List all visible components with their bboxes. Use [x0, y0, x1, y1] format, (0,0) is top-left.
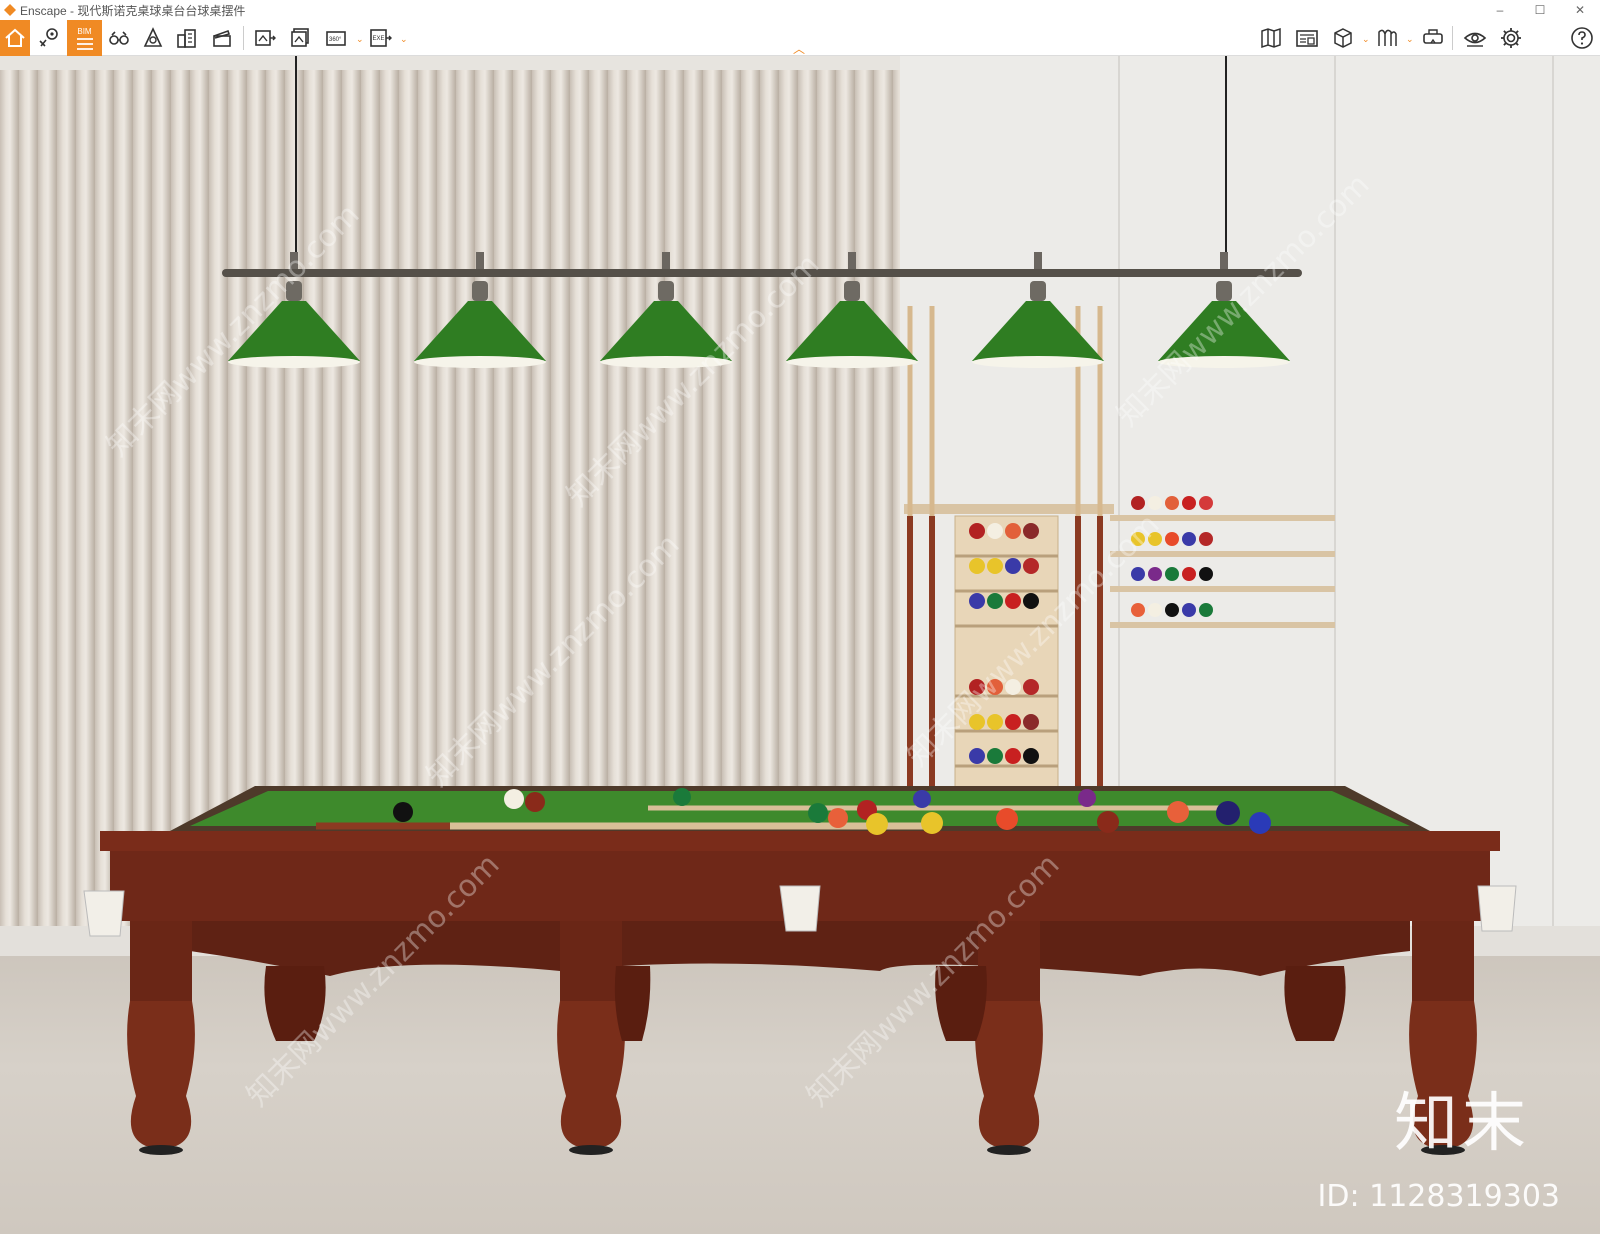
vr-headset-icon	[1423, 29, 1443, 44]
svg-text:EXE: EXE	[373, 36, 385, 42]
binoculars-icon	[109, 31, 129, 45]
buildings-icon	[177, 29, 196, 48]
help-button[interactable]	[1568, 23, 1596, 53]
toolbar-separator	[243, 26, 244, 50]
cube-button[interactable]	[1328, 23, 1358, 53]
pool-table	[83, 786, 1517, 1155]
asset-library-icon	[1296, 30, 1318, 47]
close-button[interactable]: ✕	[1560, 0, 1600, 20]
bim-icon	[76, 37, 93, 50]
export-button[interactable]: EXE	[366, 23, 396, 53]
minimize-button[interactable]: –	[1480, 0, 1520, 20]
batch-render-button[interactable]	[286, 23, 316, 53]
asset-library-button[interactable]	[1292, 23, 1322, 53]
visual-settings-button[interactable]	[1460, 23, 1490, 53]
clapper-button[interactable]	[207, 23, 237, 53]
chevron-down-icon[interactable]: ⌄	[356, 34, 364, 45]
clapper-icon	[213, 29, 231, 47]
vr-button[interactable]	[1418, 23, 1448, 53]
collapse-toolbar-chevron-up-icon[interactable]: ︿	[793, 40, 805, 57]
cube-icon	[1334, 28, 1352, 48]
enscape-logo-icon	[4, 4, 16, 16]
toolbar-separator	[1452, 26, 1453, 50]
map-button[interactable]	[1256, 23, 1286, 53]
maximize-button[interactable]: ☐	[1520, 0, 1560, 20]
image-id-label: ID: 1128319303	[1317, 1179, 1560, 1214]
atmosphere-button[interactable]	[138, 23, 168, 53]
location-pin-icon	[39, 28, 58, 47]
material-icon	[1378, 29, 1397, 46]
settings-button[interactable]	[1496, 23, 1526, 53]
panorama-icon: 360°	[326, 31, 346, 46]
help-icon	[1571, 27, 1593, 49]
buildings-button[interactable]	[172, 23, 202, 53]
screenshot-icon	[255, 30, 276, 46]
svg-text:360°: 360°	[329, 37, 342, 43]
home-icon	[5, 28, 25, 47]
material-button[interactable]	[1372, 23, 1402, 53]
screenshot-button[interactable]	[250, 23, 280, 53]
binoculars-button[interactable]	[104, 23, 134, 53]
render-viewport[interactable]: 知末网www.znzmo.com 知末网www.znzmo.com 知末网www…	[0, 56, 1600, 1234]
chevron-down-icon[interactable]: ⌄	[400, 34, 408, 45]
home-button[interactable]	[0, 20, 30, 56]
chevron-down-icon[interactable]: ⌄	[1406, 34, 1414, 45]
bim-button[interactable]: BIM	[67, 20, 102, 56]
map-icon	[1261, 27, 1281, 49]
chevron-down-icon[interactable]: ⌄	[1362, 34, 1370, 45]
scene-drawing	[83, 56, 1517, 1155]
window-controls: – ☐ ✕	[1480, 0, 1600, 20]
znzmo-logo: 知末	[1394, 1087, 1530, 1161]
bim-label: BIM	[77, 26, 92, 36]
window-title: Enscape - 现代斯诺克桌球桌台台球桌摆件	[20, 3, 246, 18]
atmosphere-icon	[143, 27, 163, 47]
title-bar: Enscape - 现代斯诺克桌球桌台台球桌摆件 – ☐ ✕	[0, 0, 1600, 20]
batch-render-icon	[291, 28, 309, 47]
eye-icon	[1463, 32, 1487, 47]
export-exe-icon: EXE	[370, 29, 392, 47]
gear-icon	[1501, 28, 1521, 48]
panorama-button[interactable]: 360°	[322, 23, 352, 53]
navigation-button[interactable]	[34, 23, 64, 53]
